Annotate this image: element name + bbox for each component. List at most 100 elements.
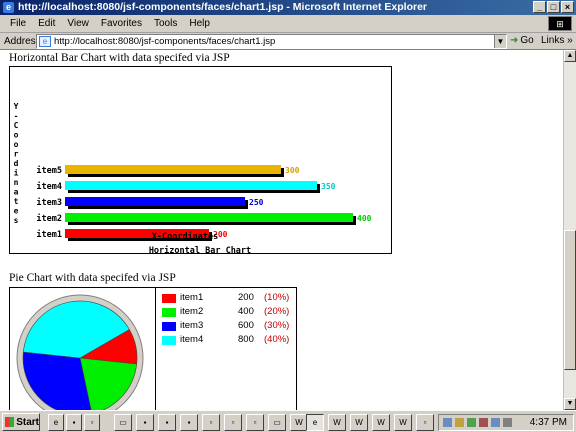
taskbar-doc-icon[interactable]: ▫	[224, 414, 242, 431]
legend-value-item4: 800	[238, 334, 254, 345]
menu-tools[interactable]: Tools	[148, 18, 183, 29]
windows-flag-icon	[5, 417, 15, 427]
system-tray: 4:37 PM	[438, 414, 574, 431]
close-button[interactable]: ×	[561, 1, 574, 13]
vertical-scrollbar[interactable]: ▲ ▼	[563, 50, 576, 410]
scroll-thumb[interactable]	[564, 230, 576, 370]
page-icon: e	[39, 36, 51, 47]
title-bar: e http://localhost:8080/jsf-components/f…	[0, 0, 576, 15]
taskbar-explorer-icon[interactable]: ▭	[268, 414, 286, 431]
tray-network-icon[interactable]	[443, 418, 452, 427]
taskbar-word5-icon[interactable]: W	[394, 414, 412, 431]
pie-divider	[155, 288, 156, 410]
value-label-item5: 300	[285, 166, 300, 175]
menu-help[interactable]: Help	[183, 18, 216, 29]
go-label: Go	[520, 35, 534, 46]
scroll-up-button[interactable]: ▲	[564, 50, 576, 62]
legend-name-item1: item1	[180, 292, 204, 303]
y-axis-label-char: t	[14, 197, 19, 206]
scroll-down-button[interactable]: ▼	[564, 398, 576, 410]
y-axis-label-char: C	[14, 121, 19, 130]
clock: 4:37 PM	[529, 417, 567, 428]
bar-chart-frame: item1 200 item2 400 item3 250 item4 350 item5 300…	[9, 66, 392, 256]
value-label-item4: 350	[321, 182, 336, 191]
tray-volume-icon[interactable]	[455, 418, 464, 427]
legend-name-item4: item4	[180, 334, 204, 345]
y-axis-label-char: n	[14, 178, 19, 187]
legend-percent-item2: (20%)	[264, 306, 290, 317]
legend-row-item2: item2 400 (20%)	[160, 306, 300, 320]
taskbar-console2-icon[interactable]: ▪	[158, 414, 176, 431]
tray-security-icon[interactable]	[479, 418, 488, 427]
legend-value-item2: 400	[238, 306, 254, 317]
start-button[interactable]: Start	[2, 413, 40, 431]
ie-icon: e	[3, 2, 14, 13]
y-axis-label-char: -	[14, 112, 19, 121]
category-label-item1: item1	[36, 229, 62, 240]
taskbar-more-icon[interactable]: ▫	[416, 414, 434, 431]
address-input[interactable]: e http://localhost:8080/jsf-components/f…	[36, 34, 507, 49]
taskbar-word3-icon[interactable]: W	[350, 414, 368, 431]
y-axis-label-char: a	[14, 188, 19, 197]
address-dropdown-button[interactable]: ▼	[494, 35, 506, 48]
pie-chart-heading: Pie Chart with data specifed via JSP	[9, 272, 176, 284]
taskbar-word4-icon[interactable]: W	[372, 414, 390, 431]
links-button[interactable]: Links »	[541, 35, 573, 46]
y-axis-label-char: i	[14, 168, 19, 178]
y-axis-label-char: e	[14, 207, 19, 216]
y-axis-label-char: s	[14, 216, 19, 225]
window-title: http://localhost:8080/jsf-components/fac…	[18, 1, 427, 13]
pie-chart-frame: item1 200 (10%) item2 400 (20%) item3 600 (30%) i…	[9, 287, 297, 410]
legend-name-item2: item2	[180, 306, 204, 317]
address-url: http://localhost:8080/jsf-components/fac…	[54, 36, 276, 47]
address-label: Address	[4, 35, 41, 47]
legend-value-item1: 200	[238, 292, 254, 303]
taskbar-notepad-icon[interactable]: ▫	[246, 414, 264, 431]
category-label-item4: item4	[36, 181, 62, 192]
tray-misc-icon[interactable]	[503, 418, 512, 427]
quicklaunch-console-icon[interactable]: ▪	[66, 414, 82, 431]
menu-bar: File Edit View Favorites Tools Help	[0, 15, 576, 33]
taskbar-ie-active-icon[interactable]: e	[306, 414, 324, 431]
quicklaunch-desktop-icon[interactable]: ▫	[84, 414, 100, 431]
y-axis-label-char: Y	[14, 102, 19, 111]
windows-logo-icon: ⊞	[548, 16, 572, 31]
tray-monitor-icon[interactable]	[491, 418, 500, 427]
menu-view[interactable]: View	[61, 18, 95, 29]
taskbar-app-icon[interactable]: ▫	[202, 414, 220, 431]
menu-file[interactable]: File	[4, 18, 32, 29]
category-label-item5: item5	[36, 165, 62, 176]
links-label: Links	[541, 35, 565, 46]
legend-percent-item3: (30%)	[264, 320, 290, 331]
tray-app-icon[interactable]	[467, 418, 476, 427]
go-button[interactable]: ➜ Go	[510, 35, 534, 46]
legend-swatch-item3	[162, 322, 176, 331]
legend-percent-item4: (40%)	[264, 334, 290, 345]
bar-item2	[65, 213, 353, 222]
taskbar-word2-icon[interactable]: W	[328, 414, 346, 431]
quicklaunch-ie-icon[interactable]: e	[48, 414, 64, 431]
menu-edit[interactable]: Edit	[32, 18, 61, 29]
menu-favorites[interactable]: Favorites	[95, 18, 148, 29]
go-arrow-icon: ➜	[510, 35, 519, 46]
taskbar-folder-icon[interactable]: ▭	[114, 414, 132, 431]
value-label-item2: 400	[357, 214, 372, 223]
address-bar: Address e http://localhost:8080/jsf-comp…	[0, 33, 576, 50]
x-axis-label: X-Coordinates	[152, 231, 219, 242]
maximize-button[interactable]: □	[547, 1, 560, 13]
taskbar-console-icon[interactable]: ▪	[136, 414, 154, 431]
bar-chart: item1 200item2 400item3 250item4 350item5 300…	[14, 102, 372, 256]
taskbar-console3-icon[interactable]: ▪	[180, 414, 198, 431]
legend-swatch-item4	[162, 336, 176, 345]
legend-row-item3: item3 600 (30%)	[160, 320, 300, 334]
y-axis-label-char: o	[14, 140, 19, 149]
legend-value-item3: 600	[238, 320, 254, 331]
bar-item5	[65, 165, 281, 174]
chart-title: Horizontal Bar Chart	[149, 245, 251, 255]
minimize-button[interactable]: _	[533, 1, 546, 13]
bar-chart-heading: Horizontal Bar Chart with data specifed …	[9, 52, 230, 64]
y-axis-label-char: d	[14, 159, 19, 168]
start-label: Start	[16, 416, 39, 428]
legend-swatch-item1	[162, 294, 176, 303]
category-label-item2: item2	[36, 213, 62, 224]
